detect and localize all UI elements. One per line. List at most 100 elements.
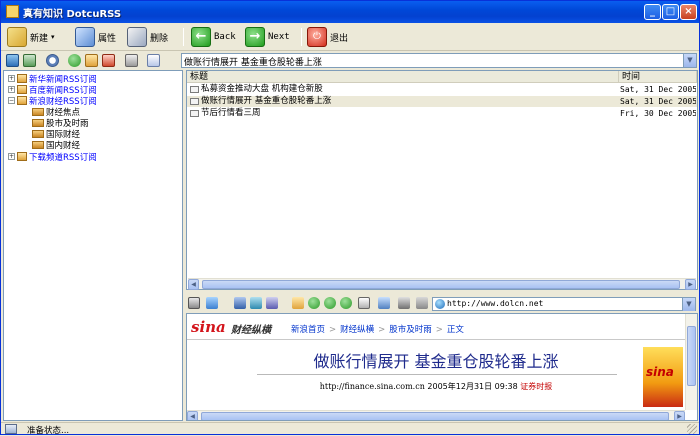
scroll-thumb[interactable] bbox=[202, 280, 680, 289]
minimize-button[interactable]: _ bbox=[644, 4, 661, 20]
web-vertical-scrollbar[interactable] bbox=[685, 314, 697, 410]
article-title: 做账行情展开 基金重仓股轮番上涨 bbox=[201, 96, 332, 106]
tree-node-finance-focus[interactable]: 财经焦点 bbox=[32, 106, 80, 118]
resize-grip[interactable] bbox=[687, 424, 697, 434]
scroll-thumb[interactable] bbox=[687, 326, 696, 386]
find-icon[interactable] bbox=[147, 54, 160, 67]
update-icon[interactable] bbox=[68, 54, 81, 67]
exit-button[interactable]: ⏻ 退出 bbox=[307, 26, 348, 48]
maximize-button[interactable]: □ bbox=[662, 4, 679, 20]
address-value: http://www.dolcn.net bbox=[447, 299, 544, 308]
web-horizontal-scrollbar[interactable]: ◀ ▶ bbox=[187, 410, 685, 420]
delete-feed-icon[interactable] bbox=[102, 54, 115, 67]
feed-icon bbox=[32, 129, 44, 138]
delete-label: 删除 bbox=[150, 33, 169, 44]
article-list: 标题 时间 私募资金推动大盘 机构建仓新股 Sat, 31 Dec 2005 0… bbox=[186, 70, 698, 290]
article-row-selected[interactable]: 做账行情展开 基金重仓股轮番上涨 Sat, 31 Dec 2005 03: bbox=[187, 96, 697, 107]
chevron-down-icon[interactable]: ▾ bbox=[51, 33, 55, 41]
zoom-icon[interactable] bbox=[378, 297, 390, 309]
folder-icon[interactable] bbox=[85, 54, 98, 67]
delete-button[interactable]: 删除 bbox=[127, 26, 168, 48]
back-icon[interactable] bbox=[308, 297, 320, 309]
folder-icon bbox=[17, 85, 27, 94]
address-bar[interactable]: http://www.dolcn.net ▼ bbox=[432, 297, 696, 311]
breadcrumb-link[interactable]: 股市及时雨 bbox=[389, 325, 432, 335]
chevron-down-icon[interactable]: ▼ bbox=[683, 54, 696, 67]
scroll-left-icon[interactable]: ◀ bbox=[187, 411, 198, 420]
pane-splitter[interactable] bbox=[186, 291, 698, 295]
scroll-right-icon[interactable]: ▶ bbox=[674, 411, 685, 420]
back-button[interactable]: ← Back bbox=[191, 26, 236, 48]
article-url[interactable]: http://finance.sina.com.cn bbox=[320, 382, 425, 391]
layout-icon[interactable] bbox=[234, 297, 246, 309]
refresh-icon[interactable] bbox=[340, 297, 352, 309]
save-icon[interactable] bbox=[23, 54, 36, 67]
tree-node-domestic-finance[interactable]: 国内财经 bbox=[32, 139, 81, 151]
title-bar[interactable]: 真有知识 DotcuRSS _ □ × bbox=[1, 1, 699, 23]
scroll-right-icon[interactable]: ▶ bbox=[685, 279, 696, 290]
article-row[interactable]: 节后行情看三周 Fri, 30 Dec 2005 16: bbox=[187, 108, 697, 119]
list-horizontal-scrollbar[interactable]: ◀ ▶ bbox=[188, 278, 696, 290]
folder-icon bbox=[17, 74, 27, 83]
window-icon[interactable] bbox=[250, 297, 262, 309]
tree-node-sina-finance[interactable]: − 新浪财经RSS订阅 bbox=[8, 95, 97, 107]
settings-icon[interactable] bbox=[398, 297, 410, 309]
status-text: 准备状态... bbox=[27, 426, 70, 436]
close-button[interactable]: × bbox=[680, 4, 697, 20]
chevron-down-icon[interactable]: ▼ bbox=[682, 298, 695, 311]
new-button[interactable]: 新建 ▾ bbox=[7, 26, 55, 48]
divider bbox=[257, 374, 617, 375]
feed-icon bbox=[32, 118, 44, 127]
search-icon[interactable] bbox=[46, 54, 59, 67]
article-source[interactable]: 证券时报 bbox=[520, 382, 552, 391]
ad-banner[interactable]: sina bbox=[643, 347, 683, 407]
sina-logo[interactable]: sina bbox=[191, 318, 226, 336]
tree-node-baidu[interactable]: + 百度新闻RSS订阅 bbox=[8, 84, 97, 96]
back-arrow-icon: ← bbox=[191, 27, 211, 47]
breadcrumb-link[interactable]: 新浪首页 bbox=[291, 325, 325, 335]
article-row[interactable]: 私募资金推动大盘 机构建仓新股 Sat, 31 Dec 2005 03: bbox=[187, 84, 697, 95]
next-button[interactable]: → Next bbox=[245, 26, 290, 48]
scroll-left-icon[interactable]: ◀ bbox=[188, 279, 199, 290]
tree-node-xinhua[interactable]: + 新华新闻RSS订阅 bbox=[8, 73, 97, 85]
feed-selector-value: 做账行情展开 基金重仓股轮番上涨 bbox=[184, 58, 322, 68]
globe-icon bbox=[435, 299, 445, 309]
print-icon[interactable] bbox=[188, 297, 200, 309]
expand-icon[interactable]: + bbox=[8, 86, 15, 93]
tree-node-downloads[interactable]: + 下载频道RSS订阅 bbox=[8, 151, 97, 163]
forward-icon[interactable] bbox=[324, 297, 336, 309]
tree-node-label: 下载频道RSS订阅 bbox=[29, 152, 97, 163]
tree-node-intl-finance[interactable]: 国际财经 bbox=[32, 128, 80, 140]
article-headline: 做账行情展开 基金重仓股轮番上涨 bbox=[313, 352, 559, 371]
page-icon[interactable] bbox=[358, 297, 370, 309]
window-title: 真有知识 DotcuRSS bbox=[23, 9, 122, 20]
breadcrumb-link[interactable]: 财经纵横 bbox=[340, 325, 374, 335]
split-icon[interactable] bbox=[266, 297, 278, 309]
column-header-title[interactable]: 标题 bbox=[187, 71, 619, 83]
expand-icon[interactable]: + bbox=[8, 75, 15, 82]
expand-icon[interactable]: + bbox=[8, 153, 15, 160]
feed-icon bbox=[32, 107, 44, 116]
collapse-icon[interactable]: − bbox=[8, 97, 15, 104]
scroll-thumb[interactable] bbox=[201, 412, 669, 420]
refresh-icon[interactable] bbox=[6, 54, 19, 67]
tree-node-stock-news[interactable]: 股市及时雨 bbox=[32, 117, 89, 129]
home-icon[interactable] bbox=[292, 297, 304, 309]
back-label: Back bbox=[214, 32, 236, 42]
exit-label: 退出 bbox=[330, 33, 349, 44]
feed-selector[interactable]: 做账行情展开 基金重仓股轮番上涨 ▼ bbox=[181, 53, 697, 68]
column-header-time[interactable]: 时间 bbox=[619, 71, 697, 83]
secondary-toolbar: 做账行情展开 基金重仓股轮番上涨 ▼ bbox=[1, 52, 699, 70]
link-icon[interactable] bbox=[125, 54, 138, 67]
article-icon bbox=[190, 110, 199, 117]
view-icon[interactable] bbox=[206, 297, 218, 309]
new-label: 新建 bbox=[30, 33, 49, 44]
toolbar-separator bbox=[301, 28, 302, 46]
article-time: Fri, 30 Dec 2005 16: bbox=[620, 109, 696, 118]
article-icon bbox=[190, 98, 199, 105]
tree-node-label: 国内财经 bbox=[46, 140, 81, 151]
article-date: 2005年12月31日 09:38 bbox=[427, 382, 518, 391]
tools-icon[interactable] bbox=[416, 297, 428, 309]
properties-button[interactable]: 属性 bbox=[75, 26, 116, 48]
main-toolbar: 新建 ▾ 属性 删除 ← Back → Next ⏻ 退出 bbox=[1, 23, 699, 51]
